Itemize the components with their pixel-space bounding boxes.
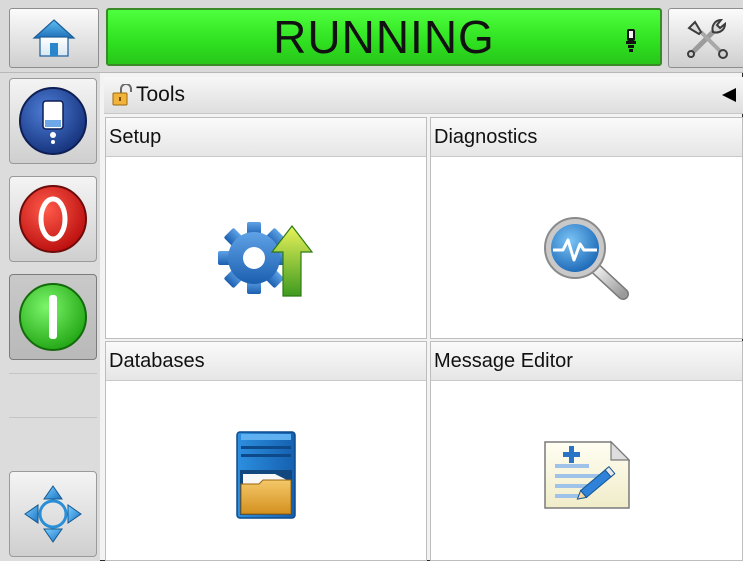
tile-label: Message Editor <box>434 350 573 372</box>
start-button[interactable] <box>9 274 97 360</box>
start-icon <box>19 283 87 351</box>
tile-label: Diagnostics <box>434 126 538 148</box>
beacon-lamp-icon <box>626 29 636 52</box>
top-bar: RUNNING <box>0 0 743 73</box>
left-sidebar <box>0 73 100 561</box>
tile-setup[interactable]: Setup <box>105 117 427 339</box>
tools-icon <box>686 18 728 59</box>
tools-button[interactable] <box>668 8 743 68</box>
tile-label: Setup <box>109 126 162 148</box>
breadcrumb: Tools <box>104 77 743 114</box>
ink-system-button[interactable] <box>9 78 97 164</box>
unlocked-padlock-icon <box>112 84 132 106</box>
tile-databases[interactable]: Databases <box>105 341 427 561</box>
sidebar-divider <box>9 373 97 374</box>
tile-message-editor[interactable]: Message Editor <box>430 341 743 561</box>
navigation-button[interactable] <box>9 471 97 557</box>
navigation-arrows-icon <box>24 485 82 543</box>
tile-header: Message Editor <box>431 342 742 381</box>
printer-status-bar[interactable]: RUNNING <box>106 8 662 66</box>
tile-header: Diagnostics <box>431 118 742 157</box>
stop-button[interactable] <box>9 176 97 262</box>
tile-header: Databases <box>106 342 426 381</box>
file-cabinet-icon <box>236 431 296 519</box>
status-text: RUNNING <box>273 11 495 63</box>
ink-system-icon <box>19 87 87 155</box>
tile-diagnostics[interactable]: Diagnostics <box>430 117 743 339</box>
magnifier-waveform-icon <box>543 217 629 300</box>
stop-icon <box>19 185 87 253</box>
back-triangle-icon[interactable] <box>721 87 737 103</box>
gear-upgrade-icon <box>218 222 314 297</box>
home-icon <box>32 19 76 57</box>
breadcrumb-title: Tools <box>136 83 186 106</box>
document-edit-icon <box>543 440 630 509</box>
home-button[interactable] <box>9 8 99 68</box>
tile-label: Databases <box>109 350 205 372</box>
sidebar-divider <box>9 417 97 418</box>
tile-header: Setup <box>106 118 426 157</box>
